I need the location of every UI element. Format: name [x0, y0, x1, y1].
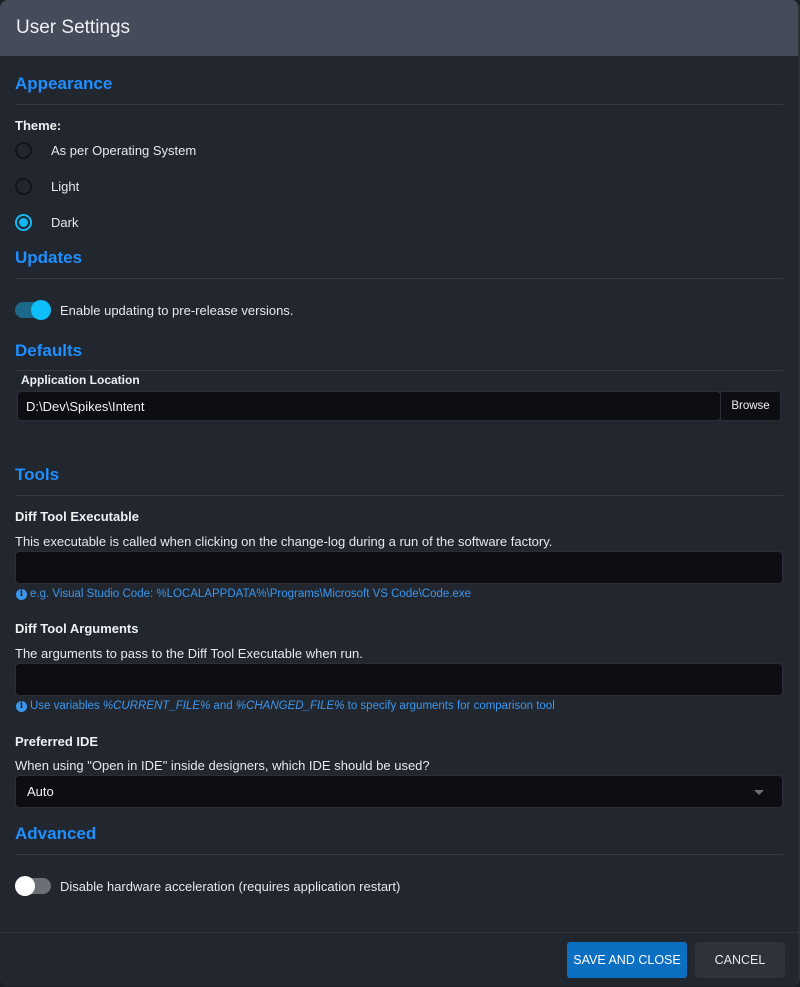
theme-option-dark[interactable]: Dark [15, 204, 78, 240]
prerelease-toggle[interactable] [15, 300, 51, 320]
section-appearance-title: Appearance [15, 74, 113, 93]
dialog-header: User Settings [0, 0, 798, 56]
toggle-knob [31, 300, 51, 320]
radio-button-selected[interactable] [15, 213, 32, 231]
diff-args-description: The arguments to pass to the Diff Tool E… [15, 646, 363, 661]
theme-option-label: Light [51, 178, 80, 194]
caret-down-icon [754, 789, 764, 795]
diff-exe-hint: i e.g. Visual Studio Code: %LOCALAPPDATA… [16, 588, 471, 600]
diff-args-hint: i Use variables %CURRENT_FILE% and %CHAN… [16, 700, 555, 712]
save-and-close-button[interactable]: SAVE AND CLOSE [567, 942, 687, 978]
app-location-label: Application Location [21, 373, 140, 387]
theme-option-os[interactable]: As per Operating System [15, 132, 196, 168]
browse-button[interactable]: Browse [720, 391, 781, 421]
divider [15, 495, 783, 496]
hint-var-changed-file: %CHANGED_FILE% [235, 700, 345, 712]
theme-label: Theme: [15, 118, 62, 133]
ide-label: Preferred IDE [15, 734, 99, 749]
hint-mid: and [210, 700, 236, 712]
diff-args-label: Diff Tool Arguments [15, 621, 139, 636]
info-icon: i [16, 588, 27, 600]
radio-button[interactable] [15, 177, 32, 195]
dialog-title: User Settings [16, 17, 131, 38]
ide-select[interactable]: Auto [15, 775, 783, 808]
divider [15, 278, 783, 279]
divider [15, 104, 783, 105]
section-advanced-title: Advanced [15, 824, 97, 843]
diff-exe-hint-text: e.g. Visual Studio Code: %LOCALAPPDATA%\… [30, 588, 472, 600]
hint-suffix: to specify arguments for comparison tool [344, 700, 555, 712]
section-updates-title: Updates [15, 248, 83, 267]
theme-option-label: Dark [51, 214, 79, 230]
diff-exe-input[interactable] [15, 551, 783, 584]
section-tools-title: Tools [15, 465, 60, 484]
info-icon: i [16, 700, 27, 712]
hw-accel-toggle-row[interactable]: Disable hardware acceleration (requires … [15, 876, 401, 896]
diff-exe-description: This executable is called when clicking … [15, 534, 553, 549]
ide-select-value: Auto [27, 784, 54, 799]
hint-var-current-file: %CURRENT_FILE% [102, 700, 211, 712]
theme-option-light[interactable]: Light [15, 168, 79, 204]
divider [15, 854, 783, 855]
prerelease-toggle-row[interactable]: Enable updating to pre-release versions. [15, 300, 294, 320]
hw-accel-toggle[interactable] [15, 876, 51, 896]
section-defaults-title: Defaults [15, 341, 83, 360]
radio-button[interactable] [15, 141, 32, 159]
app-location-input[interactable]: D:\Dev\Spikes\Intent [17, 391, 721, 421]
user-settings-dialog: User Settings Appearance Theme: As per O… [0, 0, 800, 986]
dialog-footer: SAVE AND CLOSE CANCEL [0, 932, 798, 986]
diff-exe-label: Diff Tool Executable [15, 509, 139, 524]
prerelease-label: Enable updating to pre-release versions. [60, 302, 294, 318]
theme-option-label: As per Operating System [51, 142, 197, 158]
hw-accel-label: Disable hardware acceleration (requires … [60, 878, 401, 894]
diff-args-input[interactable] [15, 663, 783, 696]
ide-description: When using "Open in IDE" inside designer… [15, 758, 430, 773]
cancel-button[interactable]: CANCEL [695, 942, 785, 978]
divider [15, 370, 783, 371]
toggle-knob [15, 876, 35, 896]
hint-prefix: Use variables [30, 700, 103, 712]
